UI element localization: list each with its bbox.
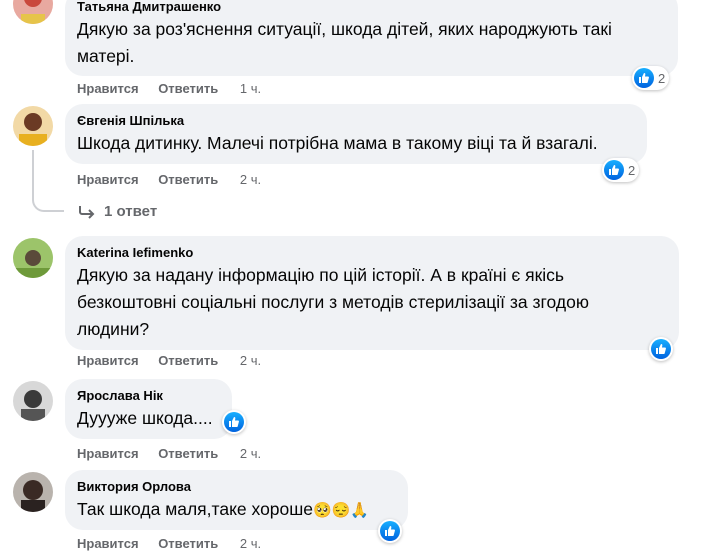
comment-bubble: Ярослава Нік Дуууже шкода.... (65, 379, 232, 439)
view-replies-button[interactable]: 1 ответ (78, 203, 157, 220)
like-link[interactable]: Нравится (77, 446, 139, 461)
comment-author[interactable]: Katerina Iefimenko (77, 244, 667, 261)
comment-bubble: Виктория Орлова Так шкода маля,таке хоро… (65, 470, 408, 530)
comment-actions: Нравится Ответить 2 ч. (77, 536, 277, 551)
like-reaction-icon (604, 160, 624, 180)
like-reaction-icon (634, 68, 654, 88)
comment-author[interactable]: Ярослава Нік (77, 387, 220, 404)
reply-link[interactable]: Ответить (158, 446, 218, 461)
like-link[interactable]: Нравится (77, 536, 139, 551)
avatar[interactable] (13, 381, 53, 421)
emoji-sequence: 🥺😔🙏 (313, 502, 370, 519)
replies-count-label: 1 ответ (104, 203, 158, 220)
comment-bubble: Євгенія Шпілька Шкода дитинку. Малечі по… (65, 104, 647, 164)
comment-actions: Нравится Ответить 1 ч. (77, 81, 277, 96)
like-link[interactable]: Нравится (77, 353, 139, 368)
reaction-like[interactable] (649, 337, 673, 361)
reaction-count[interactable]: 2 (632, 66, 670, 90)
comment-actions: Нравится Ответить 2 ч. (77, 353, 277, 368)
comment-author[interactable]: Татьяна Дмитрашенко (77, 0, 666, 15)
timestamp[interactable]: 2 ч. (240, 536, 261, 551)
timestamp[interactable]: 2 ч. (240, 446, 261, 461)
avatar[interactable] (13, 238, 53, 278)
timestamp[interactable]: 2 ч. (240, 172, 261, 187)
comment-text-line: матері. (77, 46, 135, 66)
comment-text-line: Так шкода маля,таке хороше🥺😔🙏 (77, 496, 396, 524)
reply-link[interactable]: Ответить (158, 172, 218, 187)
comment-text-line: Шкода дитинку. Малечі потрібна мама в та… (77, 133, 598, 153)
like-link[interactable]: Нравится (77, 172, 139, 187)
reply-link[interactable]: Ответить (158, 81, 218, 96)
reaction-count[interactable]: 2 (602, 158, 640, 182)
reply-link[interactable]: Ответить (158, 353, 218, 368)
timestamp[interactable]: 2 ч. (240, 353, 261, 368)
thread-connector (32, 150, 64, 212)
reaction-like[interactable] (222, 410, 246, 434)
avatar[interactable] (13, 0, 53, 24)
like-link[interactable]: Нравится (77, 81, 139, 96)
like-reaction-icon (224, 412, 244, 432)
like-reaction-icon (651, 339, 671, 359)
comment-text-line: Дякую за надану інформацію по цій історі… (77, 265, 565, 285)
comment-text: Так шкода маля,таке хороше (77, 499, 314, 519)
reply-arrow-icon (79, 205, 95, 219)
reaction-like[interactable] (378, 519, 402, 543)
comment-author[interactable]: Виктория Орлова (77, 478, 396, 495)
reply-link[interactable]: Ответить (158, 536, 218, 551)
comment-bubble: Татьяна Дмитрашенко Дякую за роз'яснення… (65, 0, 678, 76)
timestamp[interactable]: 1 ч. (240, 81, 261, 96)
avatar[interactable] (13, 472, 53, 512)
comment-bubble: Katerina Iefimenko Дякую за надану інфор… (65, 236, 679, 350)
comment-text-line: безкоштовні соціальні послуги з методів … (77, 292, 589, 312)
comment-text-line: людини? (77, 319, 150, 339)
comment-text-line: Дякую за роз'яснення ситуації, шкода діт… (77, 19, 612, 39)
avatar[interactable] (13, 106, 53, 146)
comment-actions: Нравится Ответить 2 ч. (77, 172, 277, 187)
comment-actions: Нравится Ответить 2 ч. (77, 446, 277, 461)
reaction-number: 2 (658, 70, 666, 86)
like-reaction-icon (380, 521, 400, 541)
comment-text-line: Дуууже шкода.... (77, 408, 213, 428)
reaction-number: 2 (628, 162, 636, 178)
comment-author[interactable]: Євгенія Шпілька (77, 112, 635, 129)
